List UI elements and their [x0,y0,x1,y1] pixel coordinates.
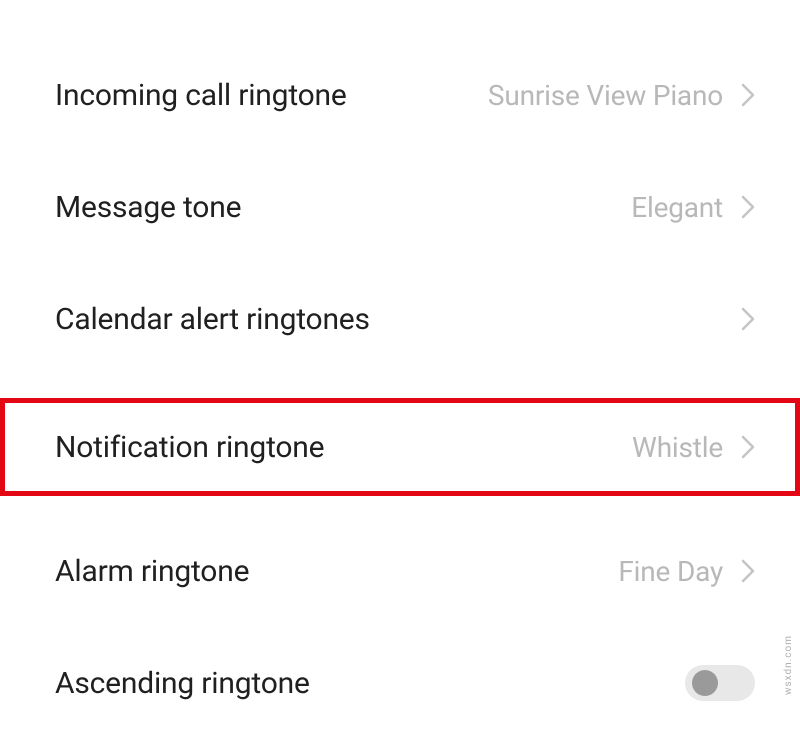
setting-label: Alarm ringtone [55,554,618,589]
setting-row-ascending[interactable]: Ascending ringtone [0,634,800,732]
setting-label: Calendar alert ringtones [55,302,723,337]
setting-row-incoming-call[interactable]: Incoming call ringtone Sunrise View Pian… [0,46,800,144]
setting-row-message-tone[interactable]: Message tone Elegant [0,158,800,256]
chevron-right-icon [741,307,755,331]
watermark-text: wsxdn.com [783,635,794,695]
setting-value: Sunrise View Piano [488,79,723,112]
setting-label: Incoming call ringtone [55,78,488,113]
setting-value: Fine Day [618,555,723,588]
ascending-toggle[interactable] [685,665,755,701]
settings-list: Incoming call ringtone Sunrise View Pian… [0,0,800,732]
chevron-right-icon [741,195,755,219]
chevron-right-icon [741,83,755,107]
chevron-right-icon [741,435,755,459]
setting-label: Message tone [55,190,631,225]
chevron-right-icon [741,559,755,583]
setting-value: Whistle [632,431,723,464]
toggle-knob [692,670,718,696]
setting-row-notification[interactable]: Notification ringtone Whistle [0,398,800,496]
setting-row-calendar-alert[interactable]: Calendar alert ringtones [0,270,800,368]
setting-value: Elegant [631,191,723,224]
setting-label: Notification ringtone [55,430,632,465]
setting-row-alarm[interactable]: Alarm ringtone Fine Day [0,522,800,620]
setting-label: Ascending ringtone [55,666,685,701]
